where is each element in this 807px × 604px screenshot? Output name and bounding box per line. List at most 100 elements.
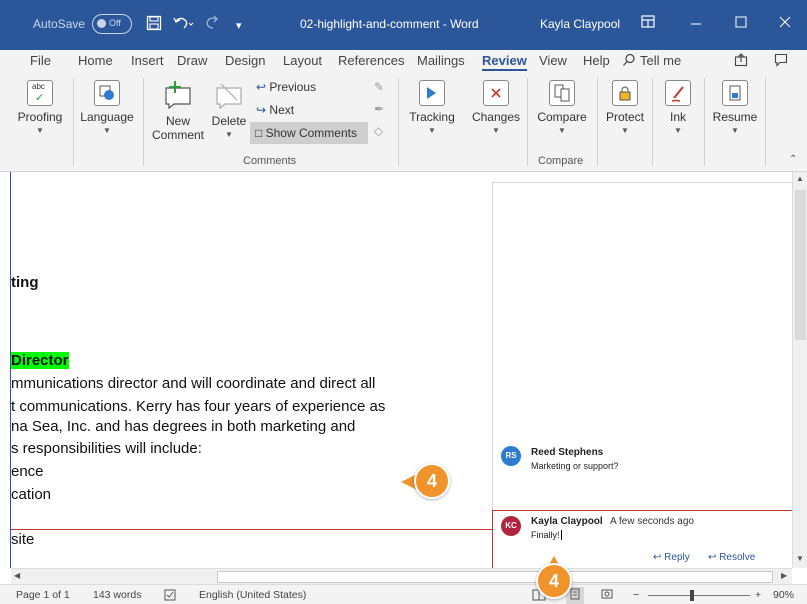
comments-pane-icon[interactable]: [774, 53, 788, 70]
scroll-down-icon[interactable]: ▼: [796, 554, 804, 563]
resume-button[interactable]: Resume ▼: [708, 80, 762, 135]
document-text-line[interactable]: ting: [11, 274, 39, 291]
scroll-thumb[interactable]: [795, 190, 806, 340]
minimize-icon[interactable]: [690, 15, 702, 33]
ink-label: Ink: [669, 110, 686, 124]
tell-me-box[interactable]: Tell me: [640, 53, 681, 68]
comment-timestamp: A few seconds ago: [610, 516, 694, 527]
autosave-label: AutoSave: [33, 17, 86, 31]
compare-button[interactable]: Compare ▼: [532, 80, 592, 135]
scroll-thumb[interactable]: [217, 571, 773, 583]
document-text-line[interactable]: mmunications director and will coordinat…: [11, 375, 375, 392]
next-label: Next: [269, 103, 295, 117]
document-text-line[interactable]: na Sea, Inc. and has degrees in both mar…: [11, 418, 355, 435]
proofing-status-icon[interactable]: [164, 589, 176, 604]
proofing-label: Proofing: [17, 110, 63, 124]
zoom-out-button[interactable]: −: [633, 589, 639, 601]
changes-icon: [483, 80, 509, 106]
tab-insert[interactable]: Insert: [131, 53, 164, 68]
chevron-down-icon: ▼: [558, 126, 566, 135]
comment-text[interactable]: Marketing or support?: [531, 461, 619, 471]
chevron-down-icon: ▼: [428, 126, 436, 135]
tab-layout[interactable]: Layout: [283, 53, 322, 68]
ink-button[interactable]: Ink ▼: [656, 80, 700, 135]
chevron-down-icon: ▼: [103, 126, 111, 135]
previous-comment-button[interactable]: ↩ Previous: [256, 80, 316, 94]
pen-icon[interactable]: ✒: [374, 102, 384, 116]
divider: [398, 78, 399, 166]
tab-mailings[interactable]: Mailings: [417, 53, 465, 68]
divider: [597, 78, 598, 166]
page-edge: [10, 172, 11, 568]
tracking-button[interactable]: Tracking ▼: [404, 80, 460, 135]
tab-help[interactable]: Help: [583, 53, 610, 68]
web-layout-icon[interactable]: [601, 589, 613, 604]
tab-references[interactable]: References: [338, 53, 404, 68]
scroll-up-icon[interactable]: ▲: [796, 174, 804, 183]
zoom-slider[interactable]: [648, 595, 750, 596]
autosave-toggle[interactable]: Off: [92, 14, 132, 34]
eraser-icon[interactable]: ◇: [374, 124, 383, 138]
language-button[interactable]: Language ▼: [78, 80, 136, 135]
word-count[interactable]: 143 words: [93, 589, 141, 601]
chevron-down-icon: ▼: [36, 126, 44, 135]
redo-icon[interactable]: [204, 15, 220, 36]
document-text-line[interactable]: cation: [11, 486, 51, 503]
resolve-button[interactable]: ↩ Resolve: [708, 552, 755, 563]
vertical-scrollbar[interactable]: ▲ ▼: [792, 172, 807, 568]
share-icon[interactable]: [734, 53, 748, 70]
new-comment-button[interactable]: New Comment: [150, 80, 206, 142]
maximize-icon[interactable]: [735, 15, 747, 33]
comment-link-line: [11, 529, 492, 530]
lock-icon: [612, 80, 638, 106]
next-comment-button[interactable]: ↪ Next: [256, 103, 294, 117]
delete-comment-button[interactable]: Delete ▼: [208, 80, 250, 139]
document-text-line[interactable]: ence: [11, 463, 44, 480]
resolve-icon: ↩: [708, 552, 717, 563]
highlighted-text[interactable]: Director: [11, 352, 69, 369]
step-callout: 4: [414, 463, 450, 499]
tab-home[interactable]: Home: [78, 53, 113, 68]
collapse-ribbon-icon[interactable]: ⌃: [789, 154, 797, 165]
page-count[interactable]: Page 1 of 1: [16, 589, 70, 601]
save-icon[interactable]: [146, 15, 162, 36]
document-text-line[interactable]: site: [11, 531, 34, 548]
chevron-down-icon: ▼: [492, 126, 500, 135]
document-text-line[interactable]: s responsibilities will include:: [11, 440, 202, 457]
resolve-label: Resolve: [719, 552, 756, 563]
zoom-in-button[interactable]: +: [755, 589, 761, 601]
reply-button[interactable]: ↩ Reply: [653, 552, 690, 563]
comment-text-input[interactable]: Finally!: [531, 530, 562, 540]
horizontal-scrollbar[interactable]: ◀ ▶: [11, 568, 792, 584]
document-area[interactable]: [0, 172, 807, 568]
highlighted-word[interactable]: Director: [11, 352, 69, 369]
language-status[interactable]: English (United States): [199, 589, 306, 601]
user-name[interactable]: Kayla Claypool: [540, 17, 620, 31]
zoom-slider-thumb[interactable]: [690, 590, 694, 601]
protect-button[interactable]: Protect ▼: [600, 80, 650, 135]
proofing-button[interactable]: abc ✓ Proofing ▼: [14, 80, 66, 135]
tab-file[interactable]: File: [30, 53, 51, 68]
comments-group-label: Comments: [243, 155, 297, 167]
show-comments-icon: □: [255, 126, 263, 140]
tab-draw[interactable]: Draw: [177, 53, 207, 68]
document-text-line[interactable]: t communications. Kerry has four years o…: [11, 398, 385, 415]
undo-icon[interactable]: [172, 15, 194, 36]
reply-icon: ↩: [653, 552, 662, 563]
customize-icon[interactable]: ▾: [236, 17, 242, 35]
tab-review[interactable]: Review: [482, 53, 527, 71]
close-icon[interactable]: [779, 15, 791, 33]
changes-button[interactable]: Changes ▼: [468, 80, 524, 135]
show-comments-label: Show Comments: [265, 126, 357, 140]
tab-view[interactable]: View: [539, 53, 567, 68]
scroll-left-icon[interactable]: ◀: [14, 571, 20, 580]
scroll-right-icon[interactable]: ▶: [781, 571, 787, 580]
language-icon: [94, 80, 120, 106]
ribbon-display-icon[interactable]: [641, 15, 655, 34]
tab-design[interactable]: Design: [225, 53, 265, 68]
search-icon[interactable]: [622, 53, 636, 70]
ink-comment-icon[interactable]: ✎: [374, 80, 384, 94]
autosave-state: Off: [109, 18, 121, 28]
status-bar: Page 1 of 1 143 words English (United St…: [0, 584, 807, 604]
zoom-level[interactable]: 90%: [773, 589, 794, 601]
